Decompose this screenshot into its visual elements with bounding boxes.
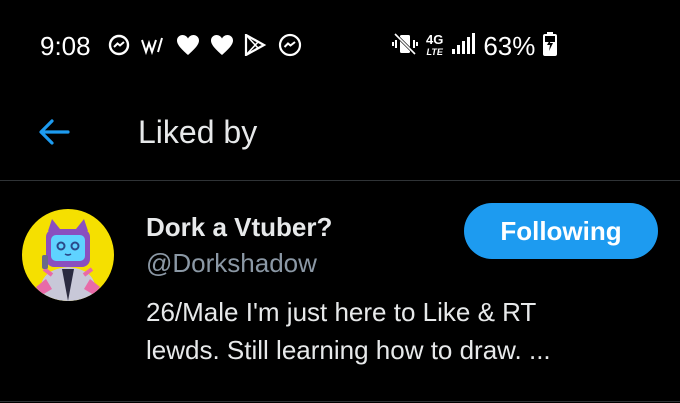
- back-button[interactable]: [36, 114, 72, 150]
- page-title: Liked by: [138, 114, 258, 150]
- page-header: Liked by: [0, 92, 680, 181]
- notification-icons: [108, 33, 302, 62]
- status-bar: 9:08 4G LTE 63%: [0, 0, 680, 92]
- avatar[interactable]: [22, 209, 114, 301]
- messenger-icon: [278, 33, 302, 62]
- user-display-name[interactable]: Dork a Vtuber?: [146, 211, 332, 243]
- arrow-left-icon: [39, 119, 70, 145]
- vibrate-icon: [392, 32, 418, 61]
- battery-icon: [543, 31, 558, 61]
- user-handle: @Dorkshadow: [146, 248, 317, 278]
- battery-percent: 63%: [483, 31, 536, 61]
- bio-line: 26/Male I'm just here to Like & RT: [146, 297, 537, 327]
- heart-icon: [210, 34, 234, 61]
- user-bio: 26/Male I'm just here to Like & RT lewds…: [146, 293, 666, 369]
- system-icons: 4G LTE 63%: [392, 30, 558, 62]
- divider: [0, 401, 680, 402]
- status-time: 9:08: [40, 31, 91, 61]
- wifi-calling-icon: [140, 34, 166, 61]
- play-store-icon: [244, 33, 268, 61]
- signal-icon: [451, 32, 476, 60]
- network-type: 4G LTE: [426, 32, 444, 57]
- heart-icon: [176, 34, 200, 61]
- user-list-item[interactable]: Dork a Vtuber? @Dorkshadow Following 26/…: [0, 181, 680, 403]
- following-button[interactable]: Following: [464, 203, 658, 259]
- bio-line: lewds. Still learning how to draw. ...: [146, 335, 551, 365]
- messenger-icon: [108, 34, 130, 61]
